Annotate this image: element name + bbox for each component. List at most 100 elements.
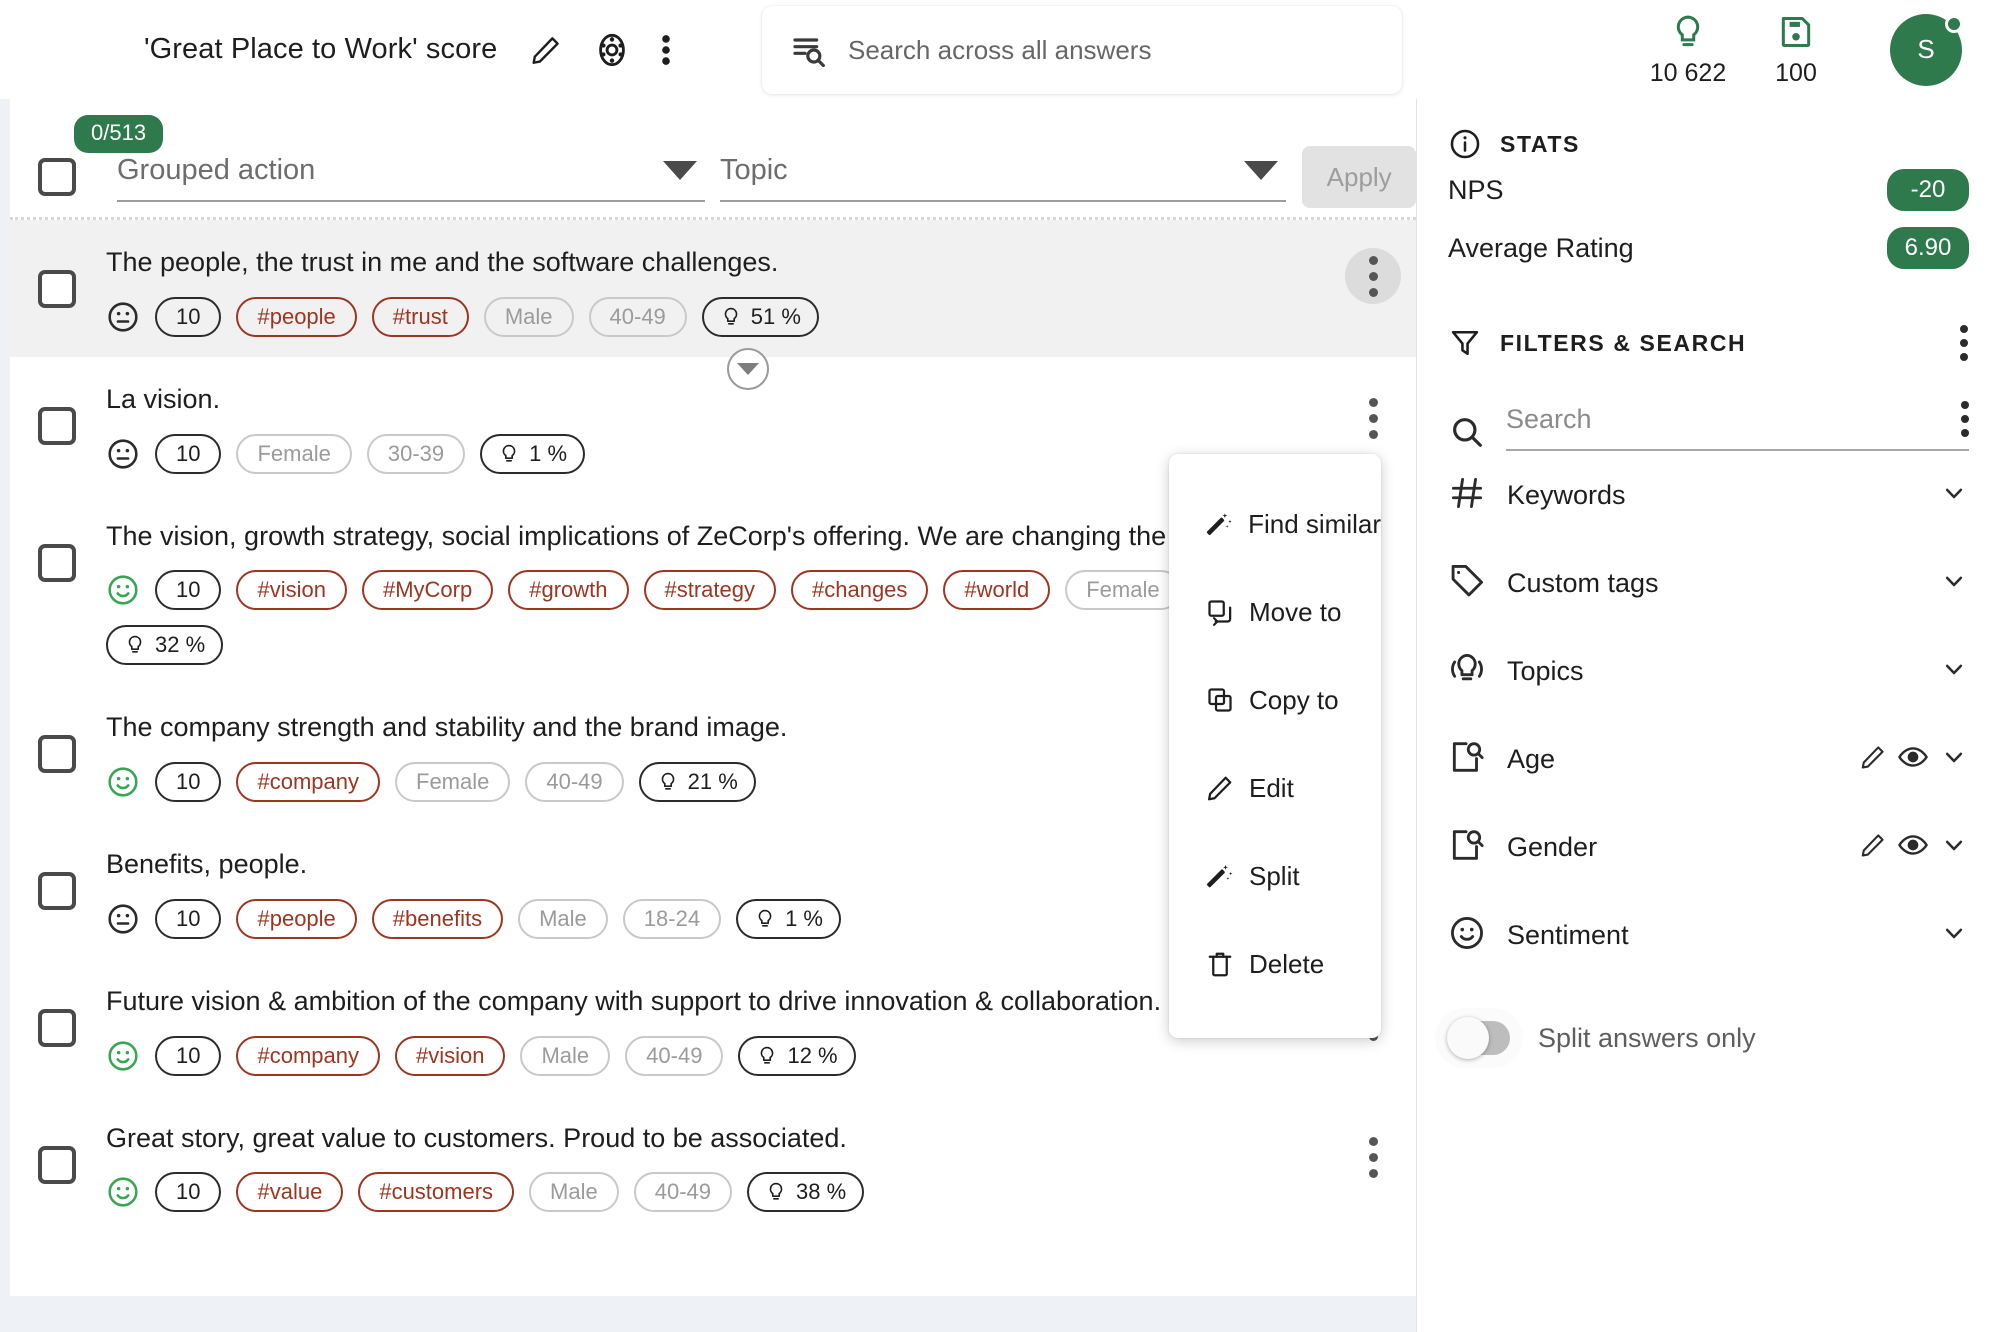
gender-chip[interactable]: Male xyxy=(520,1035,611,1076)
age-chip[interactable]: 40-49 xyxy=(633,1172,733,1213)
impact-chip[interactable]: 21 % xyxy=(638,762,756,802)
answer-row[interactable]: The people, the trust in me and the soft… xyxy=(10,220,1416,357)
keyword-chip[interactable]: #vision xyxy=(395,1035,506,1076)
score-chip[interactable]: 10 xyxy=(155,433,222,474)
answer-more-button[interactable] xyxy=(1345,248,1401,304)
title-more-button[interactable] xyxy=(661,31,671,69)
keyword-chip[interactable]: #changes xyxy=(791,570,929,611)
keyword-chip[interactable]: #strategy xyxy=(643,570,776,611)
row-context-menu[interactable]: Find similar Move to Copy to Edit Split Delet… xyxy=(1169,454,1381,1038)
impact-chip[interactable]: 38 % xyxy=(747,1172,865,1213)
filter-item-custom-tags[interactable]: Custom tags xyxy=(1417,539,2000,627)
lightbulb-icon xyxy=(1676,15,1700,46)
topic-select[interactable]: Topic xyxy=(719,154,1287,202)
lightbulb-icon xyxy=(761,1046,774,1064)
ideas-counter[interactable]: 10 622 xyxy=(1634,12,1742,88)
move-to-icon xyxy=(1208,600,1232,626)
context-menu-item[interactable]: Move to xyxy=(1169,568,1381,656)
global-search-box[interactable]: Search across all answers xyxy=(762,6,1402,94)
filter-item-sentiment[interactable]: Sentiment xyxy=(1417,891,2000,979)
age-chip[interactable]: 40-49 xyxy=(525,762,624,802)
answer-checkbox[interactable] xyxy=(38,270,76,308)
smiley-positive-icon xyxy=(108,1177,138,1207)
impact-chip[interactable]: 32 % xyxy=(106,625,224,666)
keyword-chip[interactable]: #company xyxy=(236,762,380,802)
keyword-chip[interactable]: #world xyxy=(943,570,1051,611)
score-chip[interactable]: 10 xyxy=(155,762,222,802)
filter-expand-button[interactable] xyxy=(1939,918,1969,953)
score-chip[interactable]: 10 xyxy=(155,296,222,337)
score-chip[interactable]: 10 xyxy=(155,1035,222,1076)
answer-more-button[interactable] xyxy=(1360,1130,1386,1186)
context-menu-item[interactable]: Copy to xyxy=(1169,656,1381,744)
score-chip[interactable]: 10 xyxy=(155,1172,222,1213)
gender-chip[interactable]: Male xyxy=(529,1172,619,1213)
answer-more-button[interactable] xyxy=(1360,391,1386,447)
age-chip[interactable]: 40-49 xyxy=(588,296,687,337)
score-chip[interactable]: 10 xyxy=(155,898,222,939)
keyword-chip[interactable]: #vision xyxy=(236,570,347,611)
age-chip[interactable]: 30-39 xyxy=(366,433,466,474)
filter-item-age[interactable]: Age xyxy=(1417,715,2000,803)
age-chip[interactable]: 18-24 xyxy=(622,898,722,939)
panel-search-input[interactable]: Search xyxy=(1506,401,1969,451)
filter-item-keywords[interactable]: Keywords xyxy=(1417,451,2000,539)
filter-expand-button[interactable] xyxy=(1939,566,1969,601)
answer-checkbox[interactable] xyxy=(38,1008,76,1047)
gender-chip[interactable]: Female xyxy=(1065,570,1181,611)
keyword-chip[interactable]: #MyCorp xyxy=(361,570,494,611)
impact-chip[interactable]: 1 % xyxy=(480,433,586,474)
global-search-input[interactable]: Search across all answers xyxy=(848,35,1151,66)
split-answers-toggle[interactable] xyxy=(1447,1017,1510,1059)
apply-button[interactable]: Apply xyxy=(1302,146,1416,208)
panel-search-more-button[interactable] xyxy=(1961,401,1969,437)
answer-row[interactable]: Great story, great value to customers. P… xyxy=(10,1096,1416,1233)
keyword-chip[interactable]: #growth xyxy=(508,570,629,611)
filter-expand-button[interactable] xyxy=(1939,830,1969,865)
filter-visibility-button[interactable] xyxy=(1897,829,1929,866)
gender-chip[interactable]: Female xyxy=(395,762,511,802)
answer-checkbox[interactable] xyxy=(38,406,76,445)
answer-checkbox[interactable] xyxy=(38,1145,76,1184)
filter-expand-button[interactable] xyxy=(1939,478,1969,513)
filter-edit-button[interactable] xyxy=(1859,743,1887,776)
context-menu-item[interactable]: Edit xyxy=(1169,744,1381,832)
score-chip[interactable]: 10 xyxy=(155,570,222,611)
gender-chip[interactable]: Male xyxy=(483,296,574,337)
context-menu-item[interactable]: Split xyxy=(1169,832,1381,920)
saved-counter[interactable]: 100 xyxy=(1742,12,1850,88)
keyword-chip[interactable]: #people xyxy=(236,898,357,939)
context-menu-item[interactable]: Delete xyxy=(1169,920,1381,1008)
filter-item-topics[interactable]: Topics xyxy=(1417,627,2000,715)
grouped-action-select[interactable]: Grouped action xyxy=(117,154,705,202)
doc-search-icon xyxy=(1448,738,1486,781)
keyword-chip[interactable]: #value xyxy=(236,1172,344,1213)
lifebuoy-button[interactable] xyxy=(593,31,631,69)
impact-chip[interactable]: 12 % xyxy=(738,1035,856,1076)
answer-checkbox[interactable] xyxy=(38,543,76,582)
answer-checkbox[interactable] xyxy=(38,872,76,910)
context-menu-item[interactable]: Find similar xyxy=(1169,480,1381,568)
select-all-checkbox[interactable] xyxy=(38,158,76,196)
trash-icon xyxy=(1208,952,1232,977)
edit-title-button[interactable] xyxy=(529,33,563,67)
impact-chip[interactable]: 51 % xyxy=(701,296,819,337)
filter-expand-button[interactable] xyxy=(1939,742,1969,777)
keyword-chip[interactable]: #company xyxy=(236,1035,380,1076)
filter-item-gender[interactable]: Gender xyxy=(1417,803,2000,891)
keyword-chip[interactable]: #trust xyxy=(371,296,469,337)
gender-chip[interactable]: Male xyxy=(518,898,608,939)
filter-edit-button[interactable] xyxy=(1859,831,1887,864)
filter-visibility-button[interactable] xyxy=(1897,741,1929,778)
impact-chip[interactable]: 1 % xyxy=(736,898,841,939)
filters-more-button[interactable] xyxy=(1960,325,1968,361)
age-chip[interactable]: 40-49 xyxy=(625,1035,724,1076)
gender-chip[interactable]: Female xyxy=(236,433,352,474)
avatar[interactable]: S xyxy=(1890,13,1963,86)
filter-expand-button[interactable] xyxy=(1939,654,1969,689)
collapse-toggle-button[interactable] xyxy=(727,348,769,390)
keyword-chip[interactable]: #benefits xyxy=(371,898,504,939)
keyword-chip[interactable]: #people xyxy=(236,296,357,337)
answer-checkbox[interactable] xyxy=(38,735,76,774)
keyword-chip[interactable]: #customers xyxy=(358,1172,515,1213)
